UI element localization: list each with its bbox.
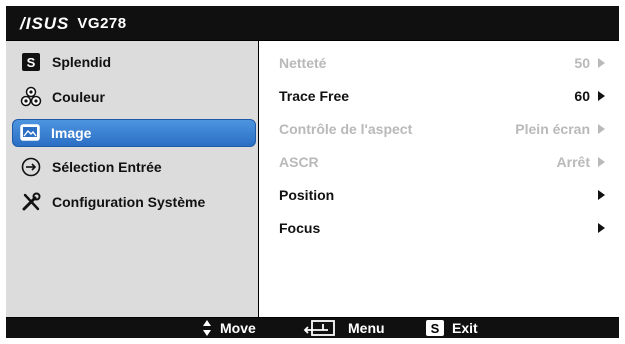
setting-label: Trace Free <box>279 88 350 104</box>
sidebar-item-label: Configuration Système <box>52 194 206 210</box>
footer-bar: Move Menu S Exit <box>6 318 619 338</box>
setting-value: Plein écran <box>515 121 590 137</box>
setting-label: ASCR <box>279 154 319 170</box>
header-bar: /ISUS VG278 <box>6 6 619 40</box>
enter-key-icon <box>302 319 340 337</box>
setting-label: Netteté <box>279 55 327 71</box>
setting-row-trace-free[interactable]: Trace Free 60 <box>279 86 607 106</box>
sidebar-item-label: Couleur <box>52 89 105 105</box>
image-icon <box>19 122 41 144</box>
setting-value: 50 <box>574 55 590 71</box>
chevron-right-icon <box>598 91 605 101</box>
sidebar-item-couleur[interactable]: Couleur <box>14 84 254 110</box>
setting-row-position[interactable]: Position <box>279 185 607 205</box>
chevron-right-icon <box>598 124 605 134</box>
setting-label: Contrôle de l'aspect <box>279 121 413 137</box>
model-name: VG278 <box>77 15 127 32</box>
footer-move-label: Move <box>220 320 256 336</box>
asus-logo: /ISUS <box>20 14 70 33</box>
setting-label: Position <box>279 187 335 203</box>
sidebar-item-selection-entree[interactable]: Sélection Entrée <box>14 154 254 180</box>
sidebar-item-image[interactable]: Image <box>12 119 256 147</box>
chevron-right-icon <box>598 58 605 68</box>
setting-row-focus[interactable]: Focus <box>279 218 607 238</box>
chevron-right-icon <box>598 223 605 233</box>
up-down-arrows-icon <box>202 319 212 337</box>
input-select-icon <box>20 156 42 178</box>
footer-exit-label: Exit <box>452 320 478 336</box>
osd-window: /ISUS VG278 S Splendid Couleur Image Sél… <box>6 6 619 338</box>
splendid-s-icon: S <box>20 51 42 73</box>
settings-panel: Netteté 50 Trace Free 60 Contrôle de l'a… <box>259 40 619 318</box>
footer-menu[interactable]: Menu <box>302 318 385 338</box>
brand: /ISUS VG278 <box>20 14 127 34</box>
chevron-right-icon <box>598 157 605 167</box>
footer-move[interactable]: Move <box>202 318 256 338</box>
setting-row-ascr[interactable]: ASCR Arrêt <box>279 152 607 172</box>
sidebar-item-label: Image <box>51 125 92 141</box>
exit-key-icon: S <box>426 320 444 336</box>
tools-icon <box>20 191 42 213</box>
sidebar-item-label: Splendid <box>52 54 112 70</box>
sidebar-item-splendid[interactable]: S Splendid <box>14 49 254 75</box>
chevron-right-icon <box>598 190 605 200</box>
setting-label: Focus <box>279 220 321 236</box>
setting-value: 60 <box>574 88 590 104</box>
footer-menu-label: Menu <box>348 320 385 336</box>
sidebar-item-label: Sélection Entrée <box>52 159 162 175</box>
color-dots-icon <box>20 86 42 108</box>
setting-row-nettete[interactable]: Netteté 50 <box>279 53 607 73</box>
setting-value: Arrêt <box>556 154 590 170</box>
footer-exit[interactable]: S Exit <box>426 318 478 338</box>
sidebar: S Splendid Couleur Image Sélection Entré… <box>6 40 259 318</box>
sidebar-item-configuration-systeme[interactable]: Configuration Système <box>14 189 254 215</box>
setting-row-controle-aspect[interactable]: Contrôle de l'aspect Plein écran <box>279 119 607 139</box>
